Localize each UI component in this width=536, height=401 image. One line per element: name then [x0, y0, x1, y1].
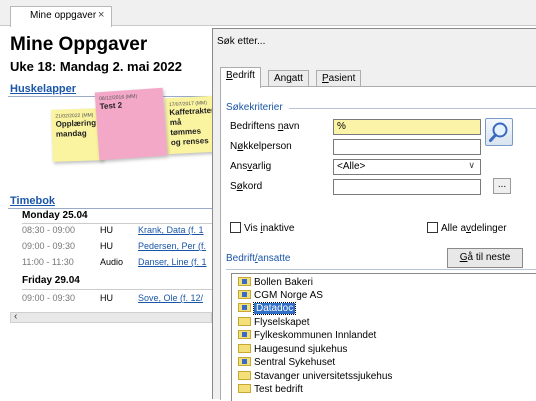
patient-link[interactable]: Krank, Data (f. 1 — [138, 225, 204, 235]
checkbox-box[interactable] — [230, 222, 241, 233]
group-divider — [226, 269, 536, 270]
tab-ansatt[interactable]: Angatt — [268, 70, 309, 87]
page-subtitle: Uke 18: Mandag 2. mai 2022 — [10, 59, 182, 74]
list-item[interactable]: Haugesund sjukehus — [238, 344, 347, 357]
table-row[interactable]: 09:00 - 09:30 HU Pedersen, Per (f. — [0, 241, 212, 255]
list-item[interactable]: Bollen Bakeri — [238, 277, 313, 290]
criteria-group-label: Søkekriterier — [226, 102, 283, 113]
patient-link[interactable]: Danser, Line (f. 1 — [138, 257, 207, 267]
note-text: Kaffetrakteren må tømmes og renses — [169, 105, 218, 148]
day-header: Friday 29.04 — [22, 275, 80, 286]
appointment-type: HU — [100, 293, 113, 303]
notes-section-link[interactable]: Huskelapper — [10, 83, 76, 95]
all-departments-checkbox[interactable]: Alle avdelinger — [427, 222, 507, 234]
list-item[interactable]: Fylkeskommunen Innlandet — [238, 330, 376, 343]
contact-person-input[interactable] — [333, 139, 481, 155]
company-icon — [238, 357, 251, 366]
group-divider — [289, 108, 536, 109]
company-results-list[interactable]: Bollen Bakeri CGM Norge AS Datadoc Flyse… — [231, 273, 536, 401]
responsible-dropdown[interactable]: <Alle> ∨ — [333, 159, 481, 175]
document-tab-strip: Mine oppgaver × — [0, 0, 536, 27]
row-divider — [22, 223, 212, 224]
patient-link[interactable]: Pedersen, Per (f. — [138, 241, 206, 251]
table-row[interactable]: 08:30 - 09:00 HU Krank, Data (f. 1 — [0, 225, 212, 239]
go-to-next-button[interactable]: Gå til neste — [447, 248, 523, 268]
list-item[interactable]: Test bedrift — [238, 384, 303, 397]
note-text: Opplæring mandag — [55, 118, 97, 139]
appointment-type: HU — [100, 241, 113, 251]
table-row[interactable]: 09:00 - 09:30 HU Sove, Ole (f. 12/ — [0, 293, 212, 307]
day-header: Monday 25.04 — [22, 210, 88, 221]
list-item-selected[interactable]: Datadoc — [238, 302, 297, 316]
folder-icon — [238, 371, 251, 380]
main-page: Mine Oppgaver Uke 18: Mandag 2. mai 2022… — [0, 27, 218, 399]
folder-icon — [238, 384, 251, 393]
tab-label: Mine oppgaver — [30, 10, 97, 21]
list-item[interactable]: CGM Norge AS — [238, 290, 323, 303]
sticky-note-1[interactable]: 21/02/2022 (MM) Opplæring mandag — [51, 108, 103, 162]
chevron-down-icon: ∨ — [468, 160, 475, 170]
scroll-left-icon[interactable]: ‹ — [14, 311, 17, 322]
appointment-time: 08:30 - 09:00 — [22, 225, 76, 235]
results-group-label: Bedrift/ansatte — [226, 253, 291, 264]
list-item[interactable]: Stavanger universitetssjukehus — [238, 371, 392, 384]
appointment-type: Audio — [100, 257, 124, 267]
tab-mine-oppgaver[interactable]: Mine oppgaver × — [10, 6, 112, 27]
keyword-browse-button[interactable]: ... — [493, 178, 511, 194]
page-title: Mine Oppgaver — [10, 34, 148, 55]
horizontal-scrollbar[interactable]: ‹ — [10, 311, 212, 323]
dialog-title: Søk etter... — [217, 36, 266, 47]
keyword-input[interactable] — [333, 179, 481, 195]
company-icon — [238, 277, 251, 286]
sticky-note-2[interactable]: 06/12/2016 (MM) Test 2 — [94, 87, 168, 161]
show-inactive-checkbox[interactable]: Vis inaktive — [230, 222, 294, 234]
list-item[interactable]: Flyselskapet — [238, 317, 310, 330]
appointment-time: 11:00 - 11:30 — [22, 257, 74, 267]
folder-icon — [238, 317, 251, 326]
sticky-note-3[interactable]: 17/07/2017 (MM) Kaffetrakteren må tømmes… — [164, 95, 218, 155]
company-name-input[interactable]: % — [333, 119, 481, 135]
checkbox-box[interactable] — [427, 222, 438, 233]
tab-bedrift[interactable]: Bedrift — [220, 67, 261, 88]
search-button[interactable] — [485, 118, 513, 146]
list-item[interactable]: Sentral Sykehuset — [238, 357, 335, 370]
close-icon[interactable]: × — [98, 9, 104, 21]
company-icon — [238, 330, 251, 339]
appointment-time: 09:00 - 09:30 — [22, 293, 76, 303]
row-divider — [22, 289, 212, 290]
patient-link[interactable]: Sove, Ole (f. 12/ — [138, 293, 203, 303]
schedule-section-link[interactable]: Timebok — [10, 195, 55, 207]
keyword-label: Søkord — [230, 181, 263, 192]
search-dialog: Søk etter... Bedrift Angatt Pasient Søke… — [212, 28, 536, 401]
table-row[interactable]: 11:00 - 11:30 Audio Danser, Line (f. 1 — [0, 257, 212, 271]
section-divider — [8, 208, 212, 209]
appointment-type: HU — [100, 225, 113, 235]
contact-person-label: Nøkkelperson — [230, 141, 292, 152]
responsible-label: Ansvarlig — [230, 161, 272, 172]
company-icon — [238, 303, 251, 312]
responsible-selected-value: <Alle> — [337, 161, 366, 172]
magnifier-icon — [489, 122, 508, 142]
appointment-time: 09:00 - 09:30 — [22, 241, 76, 251]
tab-panel-bedrift: Søkekriterier Bedriftens navn % Nøkkelpe… — [220, 86, 536, 401]
folder-icon — [238, 344, 251, 353]
tab-pasient[interactable]: Pasient — [316, 70, 362, 87]
company-icon — [238, 290, 251, 299]
company-name-label: Bedriftens navn — [230, 121, 300, 132]
